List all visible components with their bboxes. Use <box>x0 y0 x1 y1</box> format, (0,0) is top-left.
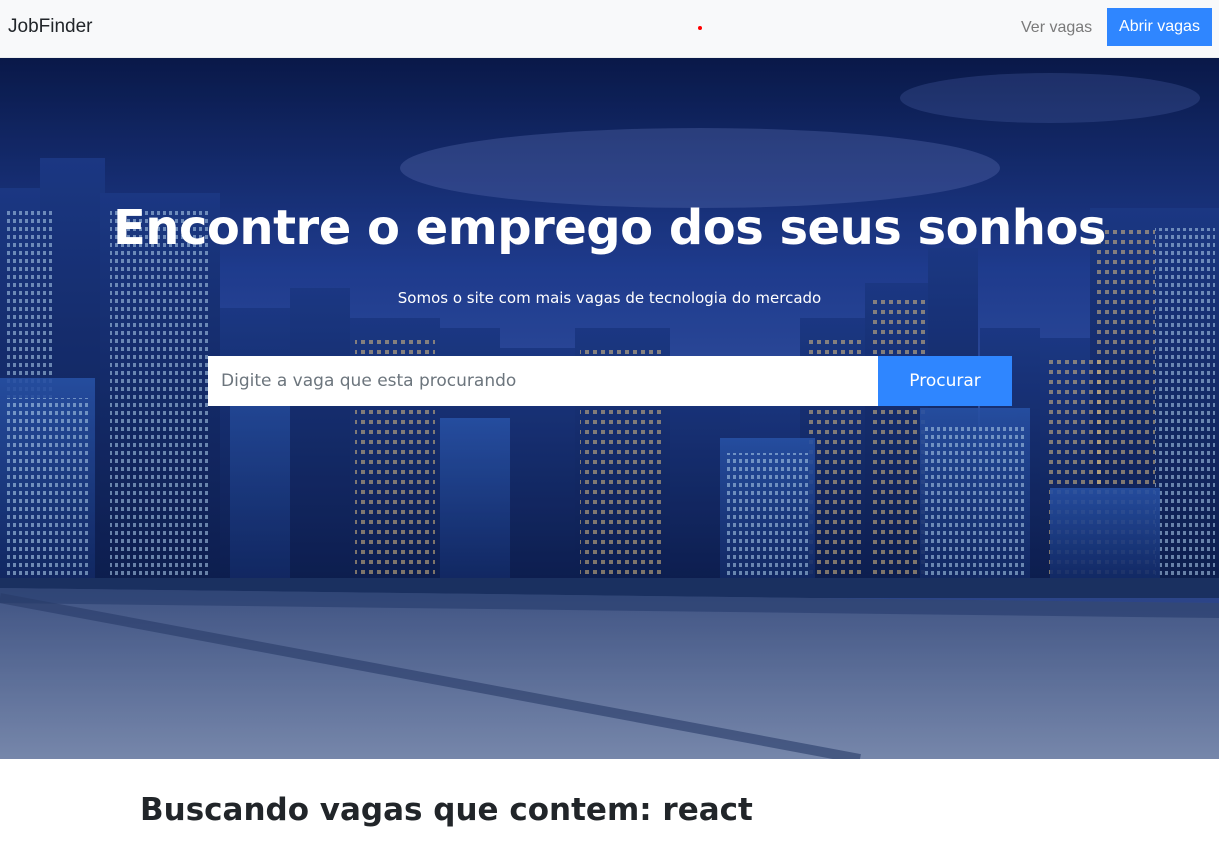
city-skyline-background <box>0 58 1219 759</box>
navbar: JobFinder Ver vagas Abrir vagas <box>0 0 1219 58</box>
hero-title: Encontre o emprego dos seus sonhos <box>113 200 1106 256</box>
ver-vagas-link[interactable]: Ver vagas <box>1021 19 1092 37</box>
hero-banner: Encontre o emprego dos seus sonhos Somos… <box>0 58 1219 759</box>
brand-logo[interactable]: JobFinder <box>8 16 93 38</box>
abrir-vagas-button[interactable]: Abrir vagas <box>1107 8 1212 46</box>
red-dot-marker <box>698 26 702 30</box>
hero-subtitle: Somos o site com mais vagas de tecnologi… <box>397 289 822 307</box>
search-results-heading: Buscando vagas que contem: react <box>140 792 753 828</box>
procurar-button[interactable]: Procurar <box>878 356 1012 406</box>
job-search-input[interactable] <box>208 356 878 406</box>
